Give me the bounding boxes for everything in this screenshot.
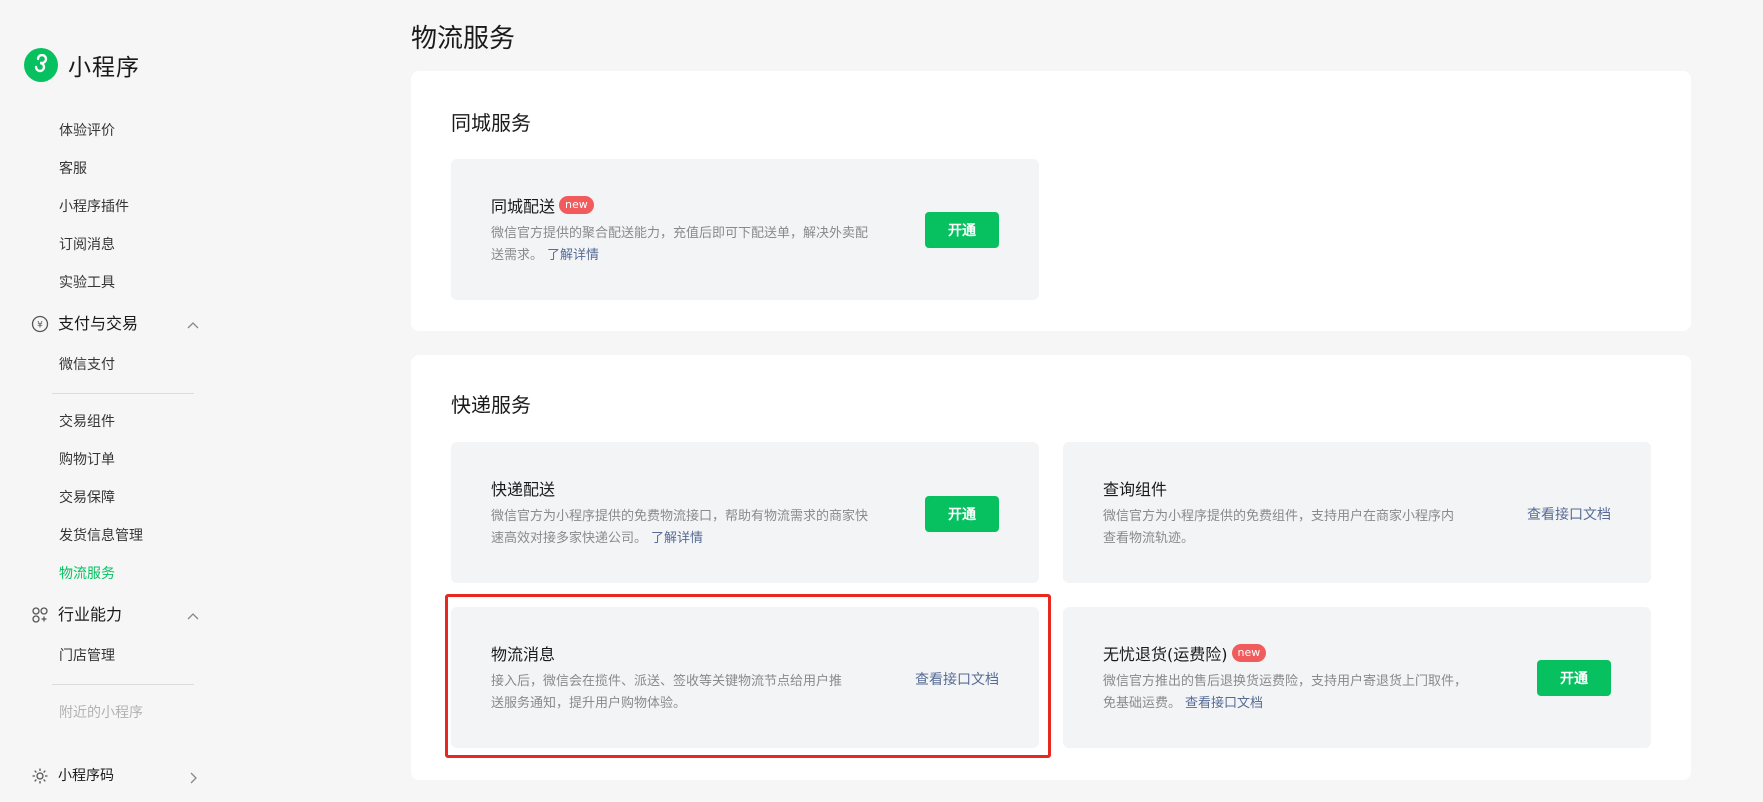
card-logistics-message: 物流消息 接入后，微信会在揽件、派送、签收等关键物流节点给用户推送服务通知，提升… (451, 607, 1039, 748)
card-title: 快递配送 (491, 476, 555, 500)
card-description: 微信官方为小程序提供的免费物流接口，帮助有物流需求的商家快速高效对接多家快递公司… (491, 509, 869, 546)
sidebar-item-shipping-info[interactable]: 发货信息管理 (59, 526, 143, 546)
card-title: 查询组件 (1103, 476, 1167, 500)
enable-button[interactable]: 开通 (925, 212, 999, 248)
card-title: 同城配送 new (491, 193, 594, 217)
sidebar-divider (52, 393, 194, 394)
view-api-docs-link[interactable]: 查看接口文档 (1185, 696, 1263, 711)
sidebar-group-industry-label: 行业能力 (58, 605, 123, 624)
sidebar-group-industry[interactable]: 行业能力 (30, 604, 200, 626)
card-city-delivery: 同城配送 new 微信官方提供的聚合配送能力，充值后即可下配送单，解决外卖配送需… (451, 159, 1039, 300)
card-description: 接入后，微信会在揽件、派送、签收等关键物流节点给用户推送服务通知，提升用户购物体… (491, 674, 843, 711)
sidebar-group-payment[interactable]: ¥ 支付与交易 (30, 313, 200, 335)
section-title-city: 同城服务 (451, 111, 531, 135)
sidebar-item-trade-component[interactable]: 交易组件 (59, 412, 115, 432)
sidebar-item-shopping-orders[interactable]: 购物订单 (59, 450, 115, 470)
enable-button[interactable]: 开通 (1537, 660, 1611, 696)
sidebar-item-plugins[interactable]: 小程序插件 (59, 197, 129, 217)
learn-more-link[interactable]: 了解详情 (547, 248, 599, 263)
sidebar-item-logistics-service[interactable]: 物流服务 (59, 564, 115, 584)
sidebar-item-trade-protection[interactable]: 交易保障 (59, 488, 115, 508)
brand-name: 小程序 (68, 55, 140, 81)
svg-text:¥: ¥ (37, 321, 43, 331)
chevron-up-icon (186, 317, 200, 339)
card-worry-free-return: 无忧退货(运费险) new 微信官方推出的售后退换货运费险，支持用户寄退货上门取… (1063, 607, 1651, 748)
card-description: 微信官方为小程序提供的免费组件，支持用户在商家小程序内查看物流轨迹。 (1103, 509, 1455, 546)
sidebar: 小程序 体验评价 客服 小程序插件 订阅消息 实验工具 ¥ 支付与交易 微信支付… (0, 0, 232, 802)
card-query-component: 查询组件 微信官方为小程序提供的免费组件，支持用户在商家小程序内查看物流轨迹。 … (1063, 442, 1651, 583)
view-api-docs-link[interactable]: 查看接口文档 (1527, 504, 1611, 524)
industry-icon (30, 605, 50, 625)
sidebar-item-miniprogram-code[interactable]: 小程序码 (30, 765, 200, 787)
section-title-express: 快递服务 (451, 393, 531, 417)
sidebar-item-lab-tools[interactable]: 实验工具 (59, 273, 115, 293)
card-title-text: 物流消息 (491, 645, 556, 664)
sidebar-item-wechat-pay[interactable]: 微信支付 (59, 355, 115, 375)
learn-more-link[interactable]: 了解详情 (651, 531, 703, 546)
sidebar-item-store-management[interactable]: 门店管理 (59, 646, 115, 666)
chevron-right-icon (186, 769, 200, 791)
page-title: 物流服务 (411, 24, 516, 54)
sidebar-item-nearby-miniprograms[interactable]: 附近的小程序 (59, 703, 143, 723)
sidebar-divider (52, 684, 194, 685)
sidebar-item-miniprogram-code-label: 小程序码 (58, 768, 114, 784)
card-description: 微信官方提供的聚合配送能力，充值后即可下配送单，解决外卖配送需求。 了解详情 (491, 226, 869, 263)
brand[interactable]: 小程序 (24, 48, 140, 82)
card-description: 微信官方推出的售后退换货运费险，支持用户寄退货上门取件，免基础运费。 查看接口文档 (1103, 674, 1468, 711)
sidebar-item-experience-review[interactable]: 体验评价 (59, 121, 115, 141)
new-badge: new (1231, 644, 1267, 662)
card-title-text: 查询组件 (1103, 480, 1168, 499)
chevron-up-icon (186, 608, 200, 630)
enable-button[interactable]: 开通 (925, 496, 999, 532)
card-title-text: 无忧退货(运费险) (1103, 645, 1228, 664)
card-title: 物流消息 (491, 641, 555, 665)
sidebar-item-customer-service[interactable]: 客服 (59, 159, 87, 179)
card-title-text: 同城配送 (491, 197, 556, 216)
card-title-text: 快递配送 (491, 480, 556, 499)
yuan-icon: ¥ (30, 314, 50, 334)
card-express-delivery: 快递配送 微信官方为小程序提供的免费物流接口，帮助有物流需求的商家快速高效对接多… (451, 442, 1039, 583)
sun-code-icon (30, 766, 50, 786)
miniprogram-logo-icon (24, 48, 58, 82)
sidebar-item-subscription-messages[interactable]: 订阅消息 (59, 235, 115, 255)
new-badge: new (559, 196, 594, 214)
sidebar-group-payment-label: 支付与交易 (58, 314, 139, 333)
city-service-section: 同城服务 同城配送 new 微信官方提供的聚合配送能力，充值后即可下配送单，解决… (411, 71, 1691, 331)
view-api-docs-link[interactable]: 查看接口文档 (915, 669, 999, 689)
express-service-section: 快递服务 快递配送 微信官方为小程序提供的免费物流接口，帮助有物流需求的商家快速… (411, 355, 1691, 780)
card-title: 无忧退货(运费险) new (1103, 641, 1267, 665)
